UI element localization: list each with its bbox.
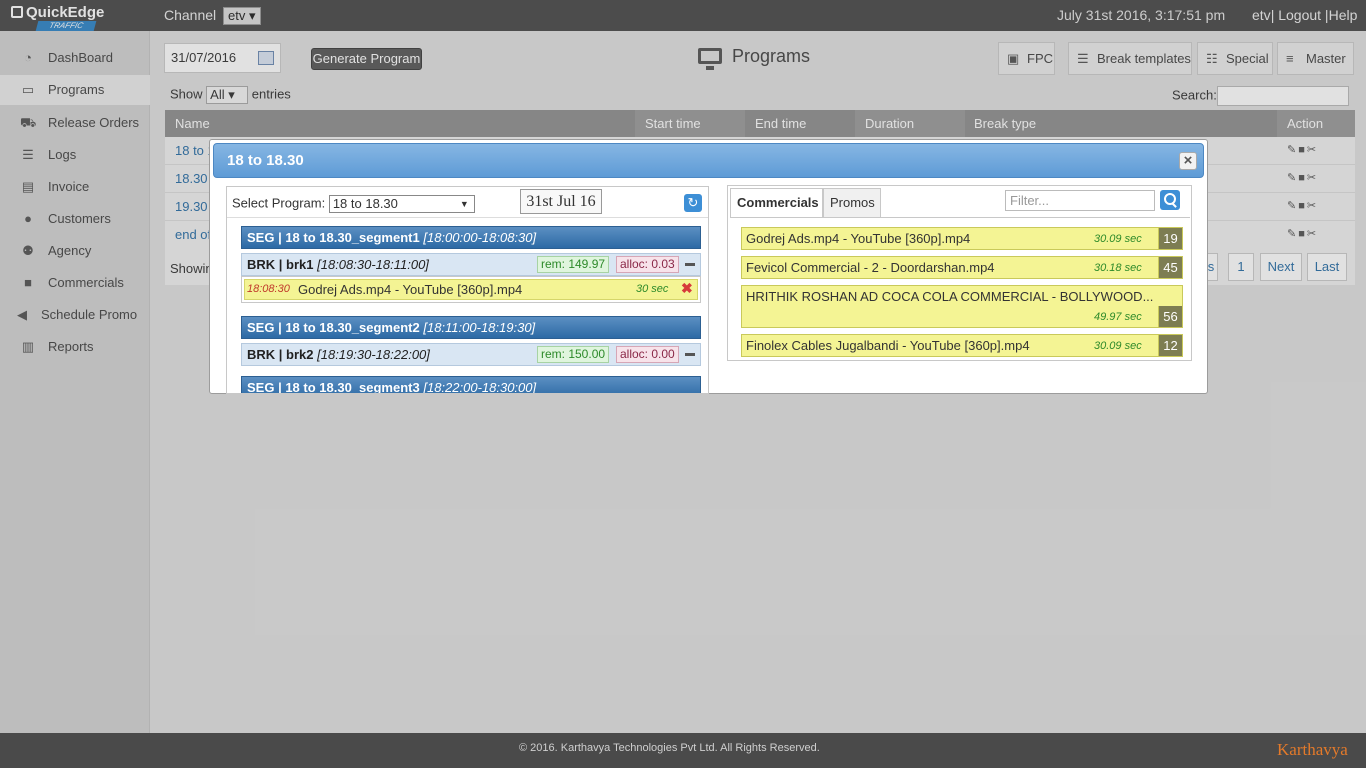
program-dialog: 18 to 18.30 × Select Program: 18 to 18.3… (209, 139, 1208, 394)
collapse-icon[interactable] (685, 263, 695, 266)
break-allocated-badge: alloc: 0.00 (616, 346, 679, 363)
library-panel: Commercials Promos Filter... Godrej Ads.… (727, 185, 1192, 361)
spot-duration: 30 sec (636, 283, 669, 295)
commercial-count-badge: 56 (1158, 306, 1182, 327)
spot-item: 18:08:30 Godrej Ads.mp4 - YouTube [360p]… (244, 279, 698, 300)
break-row[interactable]: BRK | brk2 [18:19:30-18:22:00] rem: 150.… (241, 343, 701, 366)
tab-divider (730, 217, 1190, 218)
commercial-duration: 30.09 sec (1094, 233, 1142, 245)
commercial-count-badge: 45 (1158, 257, 1182, 278)
segment-range: [18:11:00-18:19:30] (423, 320, 536, 335)
program-select-value: 18 to 18.30 (332, 196, 398, 211)
segment-range: [18:22:00-18:30:00] (423, 380, 537, 394)
divider (227, 217, 708, 218)
dialog-header: 18 to 18.30 × (213, 143, 1204, 178)
segment-range: [18:00:00-18:08:30] (423, 230, 537, 245)
segment-header: SEG | 18 to 18.30_segment2 [18:11:00-18:… (241, 316, 701, 339)
commercial-item[interactable]: Fevicol Commercial - 2 - Doordarshan.mp4… (741, 256, 1183, 279)
commercial-count-badge: 19 (1158, 228, 1182, 249)
break-name: BRK | brk2 (247, 347, 314, 362)
commercial-name: Fevicol Commercial - 2 - Doordarshan.mp4 (746, 260, 995, 275)
segment-name: SEG | 18 to 18.30_segment1 (247, 230, 420, 245)
commercial-duration: 30.18 sec (1094, 262, 1142, 274)
refresh-icon[interactable]: ↻ (684, 194, 702, 212)
break-name: BRK | brk1 (247, 257, 314, 272)
commercial-item[interactable]: HRITHIK ROSHAN AD COCA COLA COMMERCIAL -… (741, 285, 1183, 328)
collapse-icon[interactable] (685, 353, 695, 356)
close-icon[interactable]: × (1179, 152, 1197, 170)
brand-logo: Karthavya (1277, 740, 1348, 759)
tab-commercials[interactable]: Commercials (730, 188, 823, 218)
break-range: [18:19:30-18:22:00] (317, 347, 430, 362)
remove-icon[interactable]: ✖ (681, 280, 693, 297)
break-range: [18:08:30-18:11:00] (317, 257, 429, 272)
commercial-name: Finolex Cables Jugalbandi - YouTube [360… (746, 338, 1030, 353)
program-schedule-panel: Select Program: 18 to 18.30 ▼ 31st Jul 16… (226, 186, 709, 394)
schedule-date: 31st Jul 16 (520, 189, 602, 214)
break-remaining-badge: rem: 149.97 (537, 256, 610, 273)
commercial-item[interactable]: Godrej Ads.mp4 - YouTube [360p].mp4 30.0… (741, 227, 1183, 250)
commercial-name: HRITHIK ROSHAN AD COCA COLA COMMERCIAL -… (746, 289, 1154, 304)
tab-promos[interactable]: Promos (823, 188, 881, 218)
commercial-duration: 30.09 sec (1094, 340, 1142, 352)
segment-header: SEG | 18 to 18.30_segment1 [18:00:00-18:… (241, 226, 701, 249)
program-selector: Select Program: 18 to 18.30 ▼ (232, 195, 475, 213)
segment-name: SEG | 18 to 18.30_segment3 (247, 380, 420, 394)
commercial-name: Godrej Ads.mp4 - YouTube [360p].mp4 (746, 231, 971, 246)
segment-name: SEG | 18 to 18.30_segment2 (247, 320, 420, 335)
spot-time: 18:08:30 (247, 283, 290, 295)
dialog-title: 18 to 18.30 (227, 152, 304, 169)
caret-down-icon: ▼ (459, 199, 469, 209)
commercial-item[interactable]: Finolex Cables Jugalbandi - YouTube [360… (741, 334, 1183, 357)
filter-input[interactable]: Filter... (1005, 190, 1155, 211)
spot-name: Godrej Ads.mp4 - YouTube [360p].mp4 (298, 282, 523, 297)
search-icon[interactable] (1160, 190, 1180, 210)
copyright-text: © 2016. Karthavya Technologies Pvt Ltd. … (519, 742, 820, 754)
select-program-label: Select Program: (232, 195, 326, 211)
program-select[interactable]: 18 to 18.30 ▼ (328, 195, 475, 213)
scheduled-spot[interactable]: 18:08:30 Godrej Ads.mp4 - YouTube [360p]… (241, 276, 701, 303)
break-row[interactable]: BRK | brk1 [18:08:30-18:11:00] rem: 149.… (241, 253, 701, 276)
break-allocated-badge: alloc: 0.03 (616, 256, 679, 273)
break-remaining-badge: rem: 150.00 (537, 346, 610, 363)
segment-header: SEG | 18 to 18.30_segment3 [18:22:00-18:… (241, 376, 701, 394)
commercial-duration: 49.97 sec (1094, 311, 1142, 323)
page-footer: © 2016. Karthavya Technologies Pvt Ltd. … (0, 733, 1366, 768)
commercial-count-badge: 12 (1158, 335, 1182, 356)
